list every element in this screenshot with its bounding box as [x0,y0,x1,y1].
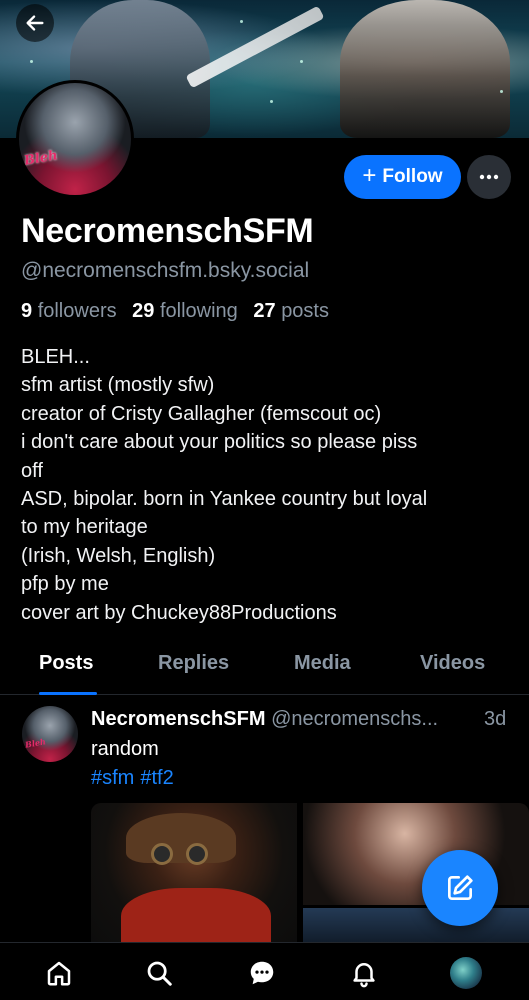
profile-stats: 9 followers 29 following 27 posts [21,300,329,323]
compose-post-button[interactable] [422,850,498,926]
tab-posts[interactable]: Posts [39,652,93,675]
avatar-bleh-text: Bleh [22,148,59,169]
post-avatar-bleh-text: Bleh [24,736,47,750]
bottom-navigation [0,942,529,1000]
bio-line: off [21,459,43,482]
bio-line: cover art by Chuckey88Productions [21,601,337,624]
tab-videos[interactable]: Videos [420,652,485,675]
nav-notifications[interactable] [348,957,380,989]
compose-icon [448,875,473,900]
display-name: NecromenschSFM [21,212,314,250]
profile-handle: @necromenschsfm.bsky.social [21,259,310,282]
profile-avatar-thumbnail [450,957,482,989]
arrow-left-icon [26,15,44,31]
profile-tabs: Posts Replies Media Videos [0,640,529,695]
nav-chat[interactable] [246,957,278,989]
post-author-name[interactable]: NecromenschSFM [91,708,266,730]
bell-icon [353,963,375,988]
back-button[interactable] [16,4,54,42]
post-author-avatar[interactable]: Bleh [22,706,78,762]
bio-line: to my heritage [21,516,148,539]
bio-line: sfm artist (mostly sfw) [21,374,215,397]
plus-icon: + [362,162,377,189]
hashtag-link[interactable]: #tf2 [140,767,173,789]
post-header: NecromenschSFM @necromenschs... [91,708,516,731]
hashtag-link[interactable]: #sfm [91,767,134,789]
home-icon [47,961,71,986]
nav-profile[interactable] [450,957,482,989]
post-author-handle[interactable]: @necromenschs... [271,708,438,730]
bio-line: creator of Cristy Gallagher (femscout oc… [21,402,382,425]
followers-link[interactable]: 9 followers [21,300,117,322]
following-link[interactable]: 29 following [132,300,238,322]
post-image-1[interactable] [91,803,297,943]
bio-line: ASD, bipolar. born in Yankee country but… [21,488,428,511]
search-icon [147,961,172,986]
bio-line: BLEH... [21,346,90,368]
bio-line: i don't care about your politics so plea… [21,431,418,454]
nav-search[interactable] [143,957,175,989]
post-timestamp[interactable]: 3d [484,708,506,731]
chat-icon [250,961,274,985]
banner-figure-right [340,0,510,138]
more-options-button[interactable] [467,155,511,199]
post-tags: #sfm #tf2 [91,767,180,790]
bio-line: (Irish, Welsh, English) [21,544,216,567]
post-text: random [91,738,159,760]
follow-button[interactable]: + Follow [344,155,461,199]
nav-home[interactable] [43,957,75,989]
ellipsis-icon [479,174,499,180]
profile-bio: BLEH... sfm artist (mostly sfw) creator … [21,343,501,627]
tab-replies[interactable]: Replies [158,652,229,675]
tab-media[interactable]: Media [294,652,351,675]
active-tab-indicator [39,692,97,695]
follow-label: Follow [382,166,443,187]
bio-line: pfp by me [21,573,109,596]
posts-count: 27 posts [253,300,329,322]
profile-avatar[interactable]: Bleh [16,80,134,198]
